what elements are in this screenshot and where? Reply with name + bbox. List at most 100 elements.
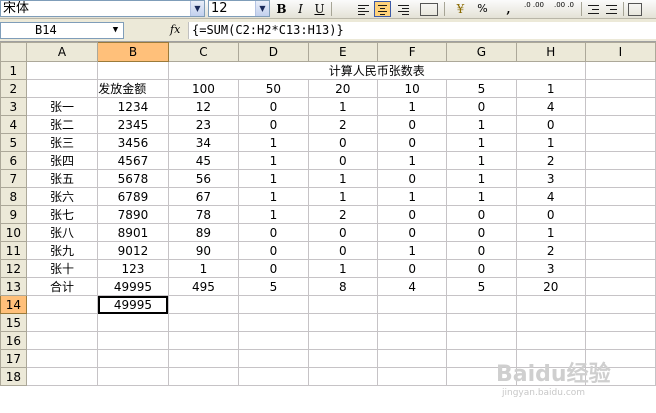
- denomination-header[interactable]: 1: [515, 79, 586, 98]
- count-cell[interactable]: 0: [446, 223, 517, 242]
- cell[interactable]: [584, 331, 656, 350]
- count-cell[interactable]: 4: [515, 187, 586, 206]
- font-size-combo[interactable]: 12 ▼: [208, 0, 270, 17]
- italic-button[interactable]: I: [292, 1, 309, 17]
- amount-cell[interactable]: 123: [97, 259, 169, 278]
- cell[interactable]: [167, 295, 240, 314]
- cell[interactable]: [584, 169, 656, 188]
- row-header-5[interactable]: 5: [0, 133, 27, 152]
- count-cell[interactable]: 1: [376, 151, 448, 170]
- employee-name[interactable]: 张二: [25, 115, 99, 134]
- cell[interactable]: [238, 295, 309, 314]
- cell[interactable]: [584, 115, 656, 134]
- cell[interactable]: [584, 241, 656, 260]
- chevron-down-icon[interactable]: ▼: [190, 1, 204, 16]
- cell[interactable]: [584, 79, 656, 98]
- count-cell[interactable]: 0: [376, 115, 448, 134]
- cell[interactable]: [446, 313, 517, 332]
- cell[interactable]: [97, 331, 169, 350]
- count-cell[interactable]: 2: [515, 151, 586, 170]
- count-cell[interactable]: 0: [446, 259, 517, 278]
- amount-cell[interactable]: 3456: [97, 133, 169, 152]
- insert-function-icon[interactable]: fx: [170, 22, 184, 38]
- select-all-corner[interactable]: [0, 42, 27, 62]
- cell[interactable]: [515, 313, 586, 332]
- total-amount[interactable]: 49995: [97, 277, 169, 296]
- count-cell[interactable]: 1: [238, 205, 309, 224]
- count-cell[interactable]: 0: [238, 223, 309, 242]
- count-cell[interactable]: 0: [515, 115, 586, 134]
- count-cell[interactable]: 0: [238, 241, 309, 260]
- cell[interactable]: [584, 223, 656, 242]
- count-cell[interactable]: 0: [515, 205, 586, 224]
- row-header-18[interactable]: 18: [0, 367, 27, 386]
- amount-cell[interactable]: 8901: [97, 223, 169, 242]
- percent-button[interactable]: %: [474, 1, 491, 17]
- row-header-3[interactable]: 3: [0, 97, 27, 116]
- count-cell[interactable]: 1: [446, 187, 517, 206]
- cell[interactable]: [307, 331, 378, 350]
- count-cell[interactable]: 0: [238, 97, 309, 116]
- count-cell[interactable]: 1: [307, 97, 378, 116]
- amount-cell[interactable]: 7890: [97, 205, 169, 224]
- count-cell[interactable]: 0: [238, 115, 309, 134]
- count-cell[interactable]: 2: [307, 205, 378, 224]
- cell[interactable]: [25, 61, 99, 80]
- increase-indent-icon[interactable]: [603, 1, 620, 17]
- amount-cell[interactable]: 5678: [97, 169, 169, 188]
- count-cell[interactable]: 0: [376, 259, 448, 278]
- row-header-6[interactable]: 6: [0, 151, 27, 170]
- count-cell[interactable]: 1: [376, 241, 448, 260]
- cell[interactable]: [25, 295, 99, 314]
- count-cell[interactable]: 1: [376, 97, 448, 116]
- count-cell[interactable]: 1: [515, 223, 586, 242]
- cell[interactable]: [584, 259, 656, 278]
- cell[interactable]: [446, 295, 517, 314]
- count-cell[interactable]: 23: [167, 115, 240, 134]
- denomination-header[interactable]: 10: [376, 79, 448, 98]
- count-cell[interactable]: 0: [376, 223, 448, 242]
- employee-name[interactable]: 张十: [25, 259, 99, 278]
- count-cell[interactable]: 0: [307, 241, 378, 260]
- count-cell[interactable]: 0: [446, 205, 517, 224]
- column-header-f[interactable]: F: [376, 42, 448, 62]
- count-cell[interactable]: 3: [515, 169, 586, 188]
- cell[interactable]: [376, 367, 448, 386]
- amount-cell[interactable]: 1234: [97, 97, 169, 116]
- count-cell[interactable]: 78: [167, 205, 240, 224]
- count-cell[interactable]: 0: [376, 205, 448, 224]
- employee-name[interactable]: 张六: [25, 187, 99, 206]
- denomination-header[interactable]: 20: [307, 79, 378, 98]
- total-label[interactable]: 合计: [25, 277, 99, 296]
- column-header-a[interactable]: A: [25, 42, 99, 62]
- employee-name[interactable]: 张七: [25, 205, 99, 224]
- count-cell[interactable]: 1: [238, 133, 309, 152]
- name-box[interactable]: B14 ▼: [0, 22, 124, 39]
- count-cell[interactable]: 67: [167, 187, 240, 206]
- cell[interactable]: [584, 313, 656, 332]
- active-cell-b14[interactable]: 49995: [97, 295, 169, 314]
- increase-decimal-button[interactable]: .0 .00: [521, 1, 547, 17]
- count-cell[interactable]: 1: [515, 133, 586, 152]
- cell[interactable]: [584, 151, 656, 170]
- cell[interactable]: [238, 367, 309, 386]
- employee-name[interactable]: 张五: [25, 169, 99, 188]
- align-right-icon[interactable]: [395, 1, 412, 17]
- amount-cell[interactable]: 9012: [97, 241, 169, 260]
- cell[interactable]: [307, 349, 378, 368]
- count-cell[interactable]: 0: [238, 259, 309, 278]
- count-cell[interactable]: 56: [167, 169, 240, 188]
- row-header-7[interactable]: 7: [0, 169, 27, 188]
- count-cell[interactable]: 0: [307, 133, 378, 152]
- denomination-header[interactable]: 50: [238, 79, 309, 98]
- total-count[interactable]: 5: [238, 277, 309, 296]
- cell[interactable]: [446, 331, 517, 350]
- total-count[interactable]: 495: [167, 277, 240, 296]
- decrease-decimal-button[interactable]: .00 .0: [551, 1, 577, 17]
- cell[interactable]: [167, 349, 240, 368]
- cell[interactable]: [584, 205, 656, 224]
- chevron-down-icon[interactable]: ▼: [255, 1, 269, 16]
- cell[interactable]: [584, 277, 656, 296]
- cell[interactable]: [97, 349, 169, 368]
- total-count[interactable]: 5: [446, 277, 517, 296]
